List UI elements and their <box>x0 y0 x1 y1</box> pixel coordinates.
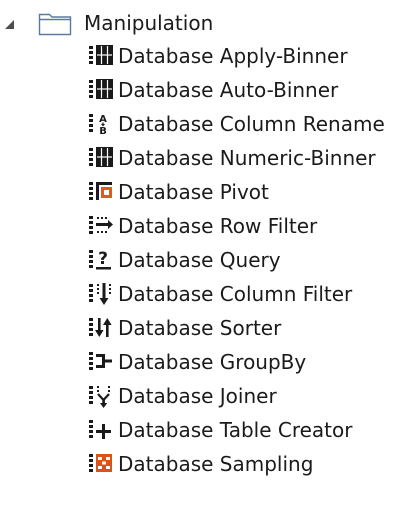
row-filter-icon <box>89 216 113 234</box>
tree-item-label: Database Auto-Binner <box>118 78 339 102</box>
tree-item-label: Database Query <box>118 248 281 272</box>
binner-icon <box>89 45 113 65</box>
tree-item-database-query[interactable]: ? Database Query <box>84 245 396 275</box>
binner-icon <box>89 147 113 167</box>
query-icon: ? <box>89 249 111 270</box>
rename-icon: A B <box>89 114 107 137</box>
tree-item-label: Database Column Rename <box>118 112 385 136</box>
tree-item-label: Database Row Filter <box>118 214 318 238</box>
svg-text:?: ? <box>98 249 108 269</box>
tree-item-database-auto-binner[interactable]: Database Auto-Binner <box>84 75 396 105</box>
joiner-icon <box>89 386 110 408</box>
tree-item-label: Database Numeric-Binner <box>118 146 376 170</box>
tree-item-label: Database Sorter <box>118 316 282 340</box>
tree-item-database-joiner[interactable]: Database Joiner <box>84 381 396 411</box>
table-creator-icon <box>89 420 111 439</box>
tree-item-database-groupby[interactable]: Database GroupBy <box>84 347 396 377</box>
tree-item-label: Database Joiner <box>118 384 277 408</box>
tree-item-label: Database Apply-Binner <box>118 44 348 68</box>
binner-icon <box>89 79 113 99</box>
tree-item-label: Database Pivot <box>118 180 269 204</box>
tree-item-database-numeric-binner[interactable]: Database Numeric-Binner <box>84 143 396 173</box>
folder-icon <box>38 13 72 36</box>
tree-item-label: Database GroupBy <box>118 350 307 374</box>
tree-item-label: Database Table Creator <box>118 418 353 442</box>
folder-label: Manipulation <box>84 11 214 35</box>
tree-item-database-table-creator[interactable]: Database Table Creator <box>84 415 396 445</box>
tree-item-database-column-rename[interactable]: A B Database Column Rename <box>84 109 396 139</box>
tree-item-database-apply-binner[interactable]: Database Apply-Binner <box>84 41 396 71</box>
tree-item-database-sorter[interactable]: Database Sorter <box>84 313 396 343</box>
groupby-icon <box>89 352 112 370</box>
pivot-icon <box>89 182 112 200</box>
sorter-icon <box>89 318 112 337</box>
tree-item-database-sampling[interactable]: Database Sampling <box>84 449 396 479</box>
tree-item-label: Database Sampling <box>118 452 314 476</box>
tree-item-database-column-filter[interactable]: Database Column Filter <box>84 279 396 309</box>
node-repository-tree: Manipulation Database Apply-Binner Datab… <box>0 0 398 505</box>
svg-text:B: B <box>99 126 107 137</box>
expanded-triangle-icon[interactable] <box>4 19 15 30</box>
tree-item-database-pivot[interactable]: Database Pivot <box>84 177 396 207</box>
sampling-icon <box>89 454 112 472</box>
tree-item-label: Database Column Filter <box>118 282 353 306</box>
tree-item-database-row-filter[interactable]: Database Row Filter <box>84 211 396 241</box>
column-filter-icon <box>89 283 111 305</box>
